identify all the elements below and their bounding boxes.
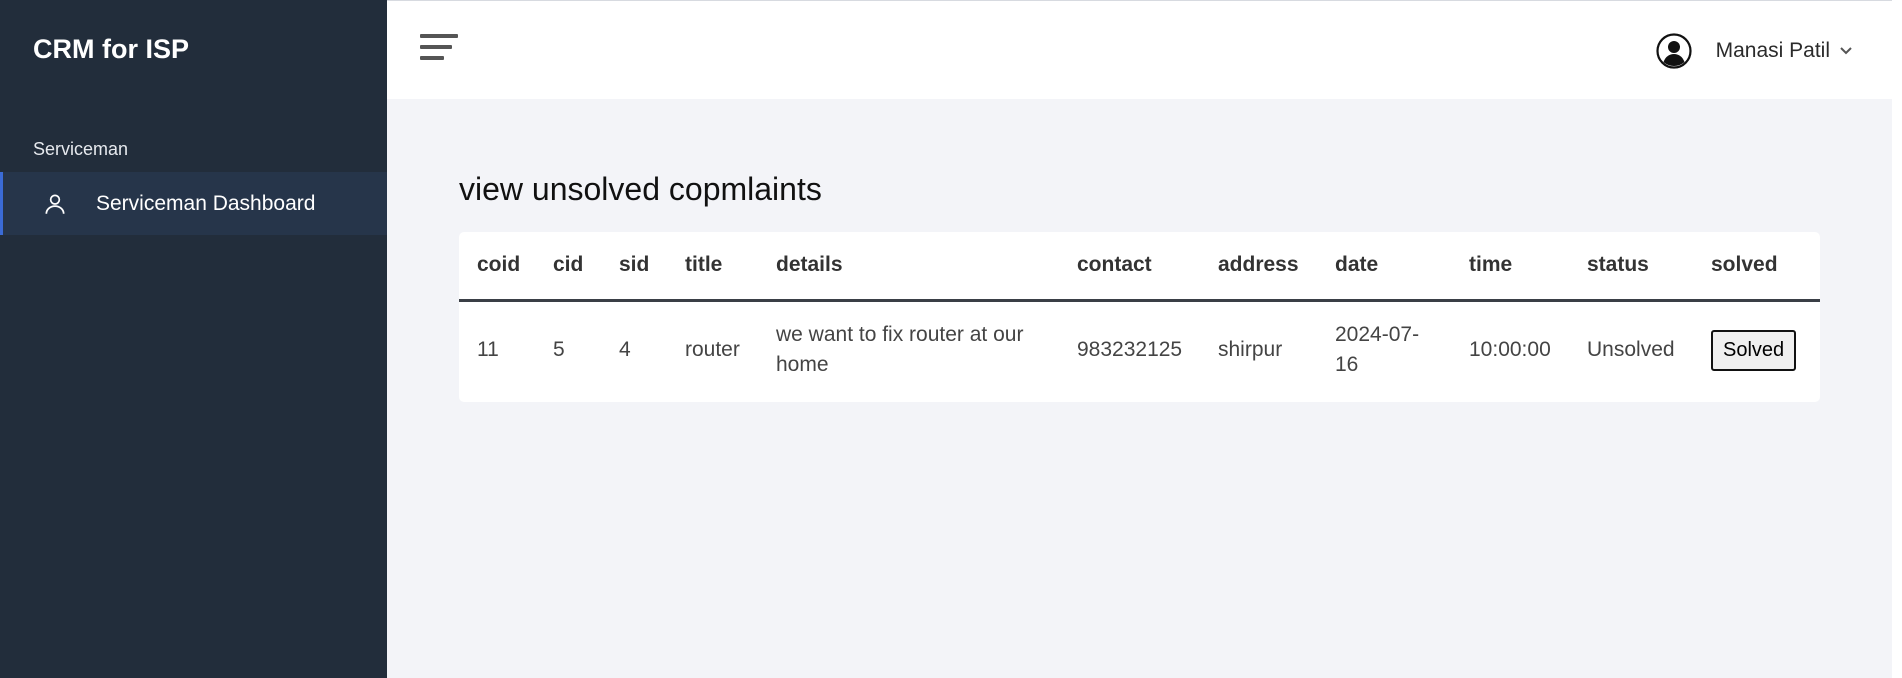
complaints-table: coid cid sid title details contact addre…: [459, 232, 1820, 399]
user-name: Manasi Patil: [1715, 39, 1830, 62]
cell-details: we want to fix router at our home: [776, 322, 1024, 377]
cell-coid: 11: [477, 338, 499, 362]
page-title: view unsolved copmlaints: [459, 171, 822, 207]
complaints-table-card: coid cid sid title details contact addre…: [459, 232, 1820, 402]
cell-solved: Solved: [1693, 300, 1820, 399]
cell-status: Unsolved: [1587, 338, 1675, 362]
solved-button[interactable]: Solved: [1711, 329, 1797, 371]
table-header-row: coid cid sid title details contact addre…: [459, 232, 1820, 302]
cell-contact: 983232125: [1077, 338, 1183, 362]
brand-title: CRM for ISP: [33, 34, 190, 64]
cell-date: 2024-07-16: [1335, 322, 1420, 377]
column-header: details: [758, 232, 1059, 302]
column-header: address: [1200, 232, 1317, 302]
sidebar-item-serviceman-dashboard[interactable]: Serviceman Dashboard: [0, 172, 387, 235]
column-header: time: [1451, 232, 1569, 302]
column-header: coid: [459, 232, 535, 302]
cell-time: 10:00:00: [1469, 338, 1551, 362]
scrollbar-track: [1892, 0, 1902, 678]
cell-title: router: [685, 338, 740, 362]
cell-address: shirpur: [1218, 338, 1283, 362]
sidebar-section-label: Serviceman: [33, 139, 129, 159]
cell-sid: 4: [619, 338, 631, 362]
hamburger-icon[interactable]: [420, 34, 458, 66]
user-circle-icon: [1656, 33, 1692, 69]
app: CRM for ISP Serviceman Serviceman Dashbo…: [0, 0, 1902, 678]
column-header: solved: [1693, 232, 1820, 302]
sidebar: CRM for ISP Serviceman Serviceman Dashbo…: [0, 0, 387, 678]
cell-cid: 5: [553, 338, 565, 362]
user-menu[interactable]: Manasi Patil: [1656, 33, 1852, 69]
user-icon: [45, 193, 65, 214]
topbar: Manasi Patil: [387, 0, 1892, 99]
sidebar-item-label: Serviceman Dashboard: [96, 191, 316, 215]
column-header: title: [667, 232, 758, 302]
chevron-down-icon: [1840, 47, 1852, 55]
column-header: status: [1569, 232, 1693, 302]
column-header: contact: [1059, 232, 1200, 302]
column-header: sid: [601, 232, 667, 302]
column-header: date: [1317, 232, 1451, 302]
table-row: 11 5 4 router we want to fix router at o…: [459, 300, 1820, 399]
column-header: cid: [535, 232, 601, 302]
